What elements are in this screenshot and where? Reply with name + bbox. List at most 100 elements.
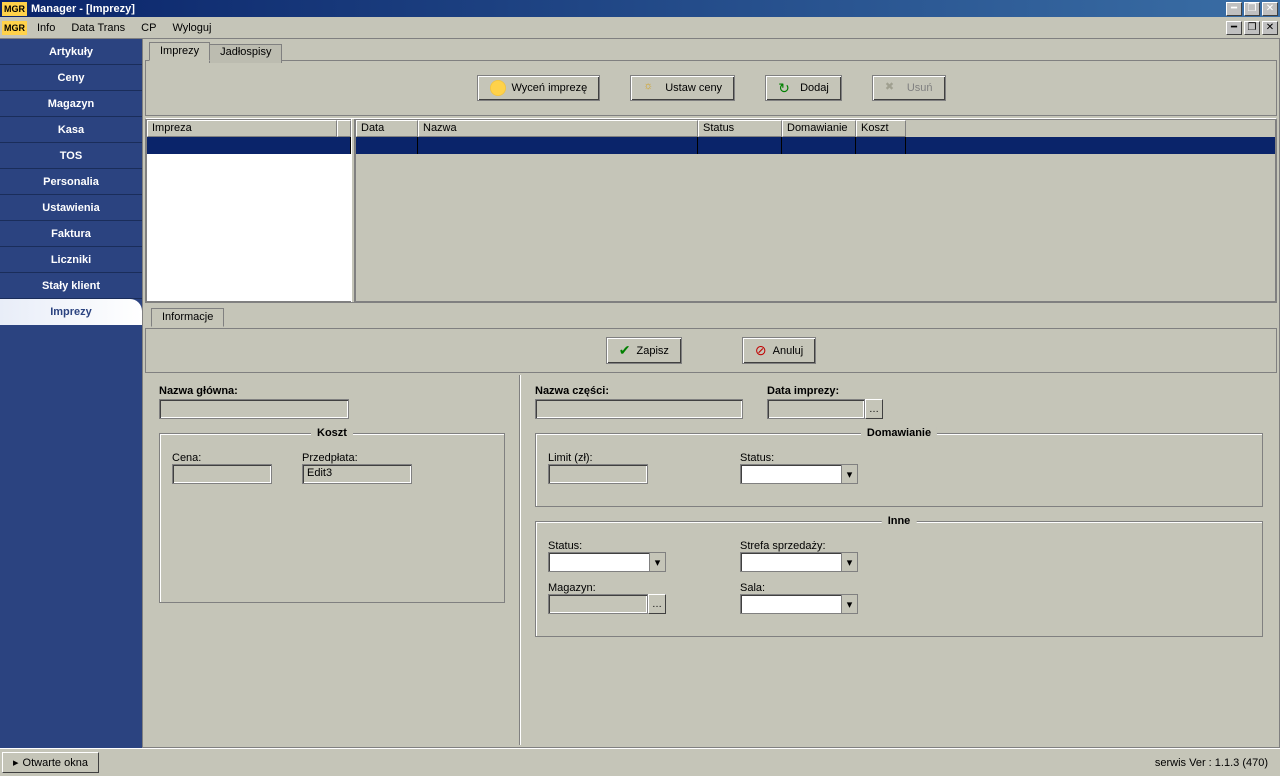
window-title: Manager - [Imprezy] [31,3,1224,15]
sidebar-item-artykuly[interactable]: Artykuły [0,39,142,65]
label-magazyn: Magazyn: [548,582,666,594]
save-button[interactable]: ✔ Zapisz [606,337,682,364]
minimize-button[interactable]: ━ [1226,2,1242,16]
input-limit[interactable] [548,464,648,484]
col-impreza[interactable]: Impreza [147,120,337,137]
menubar: MGR Info Data Trans CP Wyloguj ━ ❐ ✕ [0,17,1280,39]
app-badge: MGR [2,2,27,16]
label-status-dom: Status: [740,452,858,464]
col-data[interactable]: Data [356,120,418,137]
input-nazwa-czesci[interactable] [535,399,743,419]
grid-impreza[interactable]: Impreza [146,119,351,302]
cancel-label: Anuluj [773,345,804,357]
sidebar-item-ceny[interactable]: Ceny [0,65,142,91]
input-magazyn[interactable] [548,594,648,614]
col-status[interactable]: Status [698,120,782,137]
menu-cp[interactable]: CP [133,20,164,36]
select-status-inne[interactable]: ▾ [548,552,666,572]
label-limit: Limit (zł): [548,452,648,464]
legend-inne: Inne [882,515,917,527]
open-windows-label: Otwarte okna [23,757,88,769]
titlebar: MGR Manager - [Imprezy] ━ ❐ ✕ [0,0,1280,17]
grid-details[interactable]: Data Nazwa Status Domawianie Koszt [355,119,1276,302]
add-label: Dodaj [800,82,829,94]
form-left: Nazwa główna: Koszt Cena: Przedpłata: Ed… [145,375,520,745]
label-przedplata: Przedpłata: [302,452,412,464]
input-nazwa-glowna[interactable] [159,399,349,419]
cancel-button[interactable]: ⊘ Anuluj [742,337,816,364]
main-tabstrip: Imprezy Jadłospisy [145,41,1277,60]
sidebar-item-kasa[interactable]: Kasa [0,117,142,143]
group-inne: Inne Status: ▾ Strefa sprzedaży: ▾ [535,521,1263,637]
triangle-right-icon: ▸ [13,756,19,769]
label-nazwa-czesci: Nazwa części: [535,385,743,397]
menu-wyloguj[interactable]: Wyloguj [164,20,219,36]
child-maximize-button[interactable]: ❐ [1244,21,1260,35]
sidebar-item-liczniki[interactable]: Liczniki [0,247,142,273]
sidebar: Artykuły Ceny Magazyn Kasa TOS Personali… [0,39,142,748]
refresh-icon: ↻ [778,80,794,96]
sidebar-item-tos[interactable]: TOS [0,143,142,169]
label-data-imprezy: Data imprezy: [767,385,883,397]
select-sala[interactable]: ▾ [740,594,858,614]
sidebar-item-staly-klient[interactable]: Stały klient [0,273,142,299]
save-label: Zapisz [637,345,669,357]
col-koszt[interactable]: Koszt [856,120,906,137]
date-picker-button[interactable]: … [865,399,883,419]
magazyn-picker-button[interactable]: … [648,594,666,614]
chevron-down-icon: ▾ [841,553,857,571]
check-icon: ✔ [619,342,631,359]
set-prices-button[interactable]: ☼ Ustaw ceny [630,75,735,101]
select-status-dom[interactable]: ▾ [740,464,858,484]
set-prices-label: Ustaw ceny [665,82,722,94]
select-strefa[interactable]: ▾ [740,552,858,572]
label-cena: Cena: [172,452,272,464]
delete-icon: ✖ [885,80,901,96]
status-version: serwis Ver : 1.1.3 (470) [1145,757,1278,769]
child-minimize-button[interactable]: ━ [1226,21,1242,35]
label-strefa: Strefa sprzedaży: [740,540,858,552]
maximize-button[interactable]: ❐ [1244,2,1260,16]
child-close-button[interactable]: ✕ [1262,21,1278,35]
legend-domawianie: Domawianie [861,427,937,439]
chevron-down-icon: ▾ [841,465,857,483]
main-area: Imprezy Jadłospisy Wyceń imprezę ☼ Ustaw… [142,39,1280,748]
close-button[interactable]: ✕ [1262,2,1278,16]
label-nazwa-glowna: Nazwa główna: [159,385,505,397]
add-button[interactable]: ↻ Dodaj [765,75,842,101]
legend-koszt: Koszt [311,427,353,439]
input-data-imprezy[interactable] [767,399,865,419]
delete-label: Usuń [907,82,933,94]
chevron-down-icon: ▾ [649,553,665,571]
form-right: Nazwa części: Data imprezy: … Domawianie [520,375,1277,745]
col-domawianie[interactable]: Domawianie [782,120,856,137]
tab-informacje[interactable]: Informacje [151,308,224,327]
menu-data-trans[interactable]: Data Trans [63,20,133,36]
label-status-inne: Status: [548,540,666,552]
sidebar-item-imprezy[interactable]: Imprezy [0,299,142,325]
chevron-down-icon: ▾ [841,595,857,613]
group-koszt: Koszt Cena: Przedpłata: Edit3 [159,433,505,603]
sidebar-item-faktura[interactable]: Faktura [0,221,142,247]
menu-info[interactable]: Info [29,20,63,36]
tab-imprezy[interactable]: Imprezy [149,42,210,61]
open-windows-button[interactable]: ▸ Otwarte okna [2,752,99,773]
group-domawianie: Domawianie Limit (zł): Status: ▾ [535,433,1263,507]
input-cena[interactable] [172,464,272,484]
coin-icon [490,80,506,96]
col-nazwa[interactable]: Nazwa [418,120,698,137]
delete-button[interactable]: ✖ Usuń [872,75,946,101]
tab-jadlospisy[interactable]: Jadłospisy [209,44,282,63]
price-event-button[interactable]: Wyceń imprezę [477,75,601,101]
statusbar: ▸ Otwarte okna serwis Ver : 1.1.3 (470) [0,748,1280,776]
sidebar-item-magazyn[interactable]: Magazyn [0,91,142,117]
cancel-icon: ⊘ [755,342,767,359]
sidebar-item-personalia[interactable]: Personalia [0,169,142,195]
gear-icon: ☼ [643,80,659,96]
col-spacer [337,120,351,137]
info-tabstrip: Informacje [145,303,1277,326]
price-event-label: Wyceń imprezę [512,82,588,94]
label-sala: Sala: [740,582,858,594]
sidebar-item-ustawienia[interactable]: Ustawienia [0,195,142,221]
input-przedplata[interactable]: Edit3 [302,464,412,484]
